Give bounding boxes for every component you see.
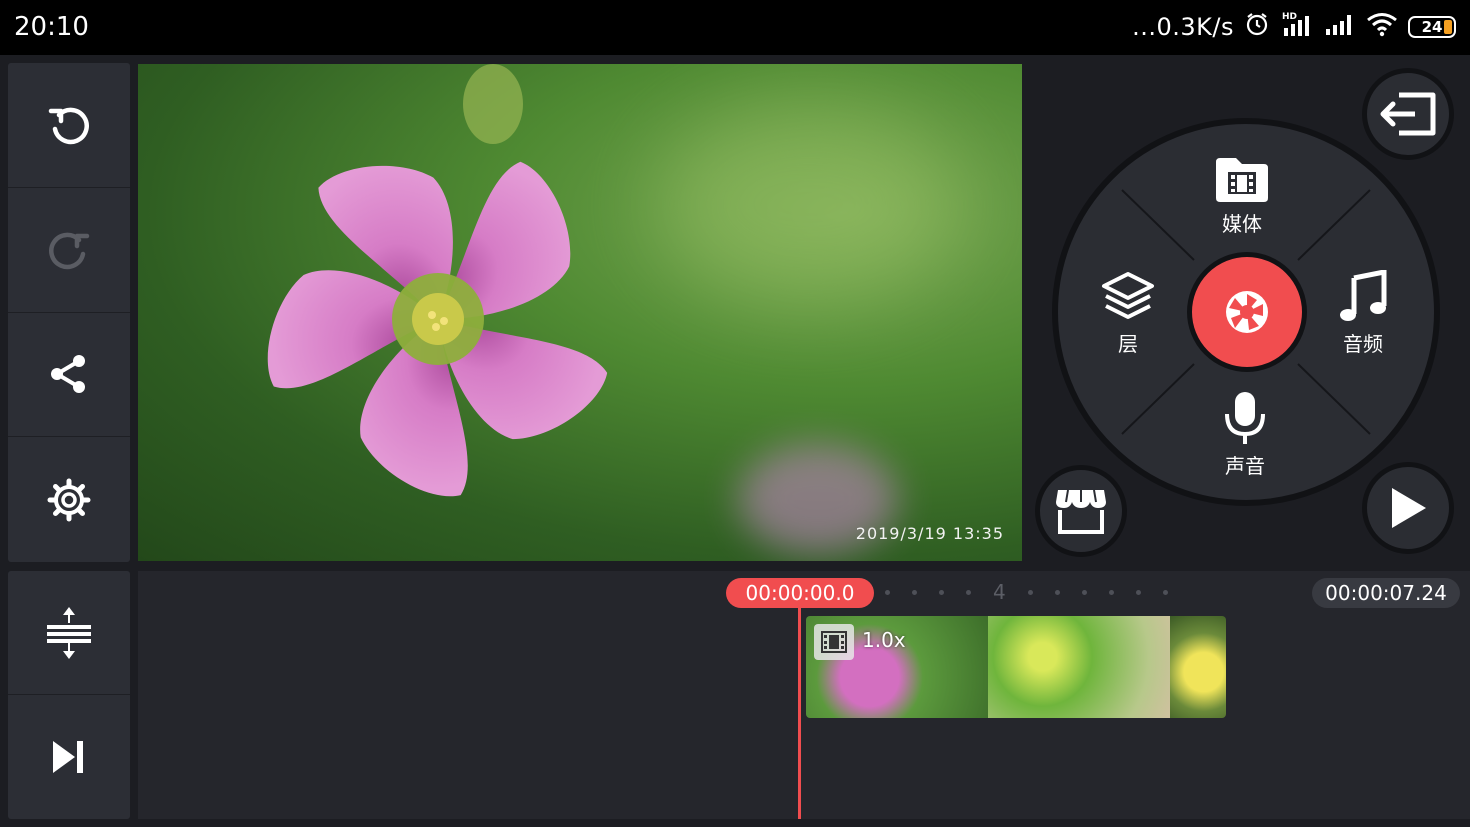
playhead[interactable] [798, 606, 801, 819]
clip-film-icon [814, 624, 854, 660]
voice-label: 声音 [1225, 454, 1265, 478]
undo-button[interactable] [8, 63, 130, 188]
camera-shutter-icon [1226, 291, 1268, 333]
timeline-toolbar [8, 571, 130, 819]
media-label: 媒体 [1222, 212, 1262, 236]
play-button[interactable] [1362, 462, 1454, 554]
timeline-ruler: 4 [885, 580, 1168, 604]
status-icons: ...0.3K/s HD 24 [1132, 10, 1456, 44]
undo-icon [48, 107, 89, 145]
settings-icon [47, 478, 91, 522]
timeline[interactable] [138, 571, 1470, 819]
signal-icon [1324, 11, 1356, 43]
media-folder-icon [1216, 158, 1268, 202]
store-icon [1056, 489, 1106, 534]
microphone-icon [1225, 392, 1265, 444]
settings-button[interactable] [8, 437, 130, 562]
ruler-mark: 4 [993, 580, 1006, 604]
skip-to-end-button[interactable] [8, 695, 130, 819]
wifi-icon [1366, 11, 1398, 43]
track-expand-button[interactable] [8, 571, 130, 695]
audio-label: 音频 [1343, 332, 1383, 356]
play-icon [1392, 488, 1426, 528]
left-toolbar [8, 63, 130, 562]
current-time: 00:00:00.0 [726, 578, 874, 608]
media-button[interactable]: 媒体 [1214, 156, 1270, 237]
layer-label: 层 [1118, 332, 1138, 356]
track-expand-icon [47, 606, 91, 659]
svg-text:HD: HD [1282, 12, 1297, 22]
alarm-icon [1244, 11, 1270, 43]
layers-icon [1102, 272, 1154, 319]
redo-icon [49, 232, 90, 269]
audio-button[interactable]: 音频 [1338, 270, 1388, 357]
clip-frame [1170, 616, 1226, 718]
layer-button[interactable]: 层 [1100, 270, 1156, 357]
asset-store-button[interactable] [1035, 465, 1127, 557]
flower-image [267, 64, 608, 497]
status-bar: 20:10 ...0.3K/s HD 24 [0, 0, 1470, 55]
status-time: 20:10 [14, 12, 89, 42]
skip-to-end-icon [53, 741, 83, 773]
redo-button[interactable] [8, 188, 130, 313]
video-preview[interactable]: 2019/3/19 13:35 [138, 64, 1022, 561]
share-icon [51, 355, 85, 394]
clip-frame [988, 616, 1170, 718]
voice-button[interactable]: 声音 [1222, 390, 1268, 479]
music-note-icon [1340, 270, 1387, 321]
battery-level: 24 [1421, 18, 1443, 36]
clip-speed: 1.0x [862, 628, 906, 652]
hd-signal-icon: HD [1280, 10, 1314, 44]
network-speed: ...0.3K/s [1132, 13, 1234, 41]
capture-button[interactable] [1187, 252, 1307, 372]
total-duration: 00:00:07.24 [1312, 578, 1460, 608]
share-button[interactable] [8, 313, 130, 438]
photo-timestamp: 2019/3/19 13:35 [855, 524, 1004, 543]
battery-icon: 24 [1408, 16, 1456, 38]
